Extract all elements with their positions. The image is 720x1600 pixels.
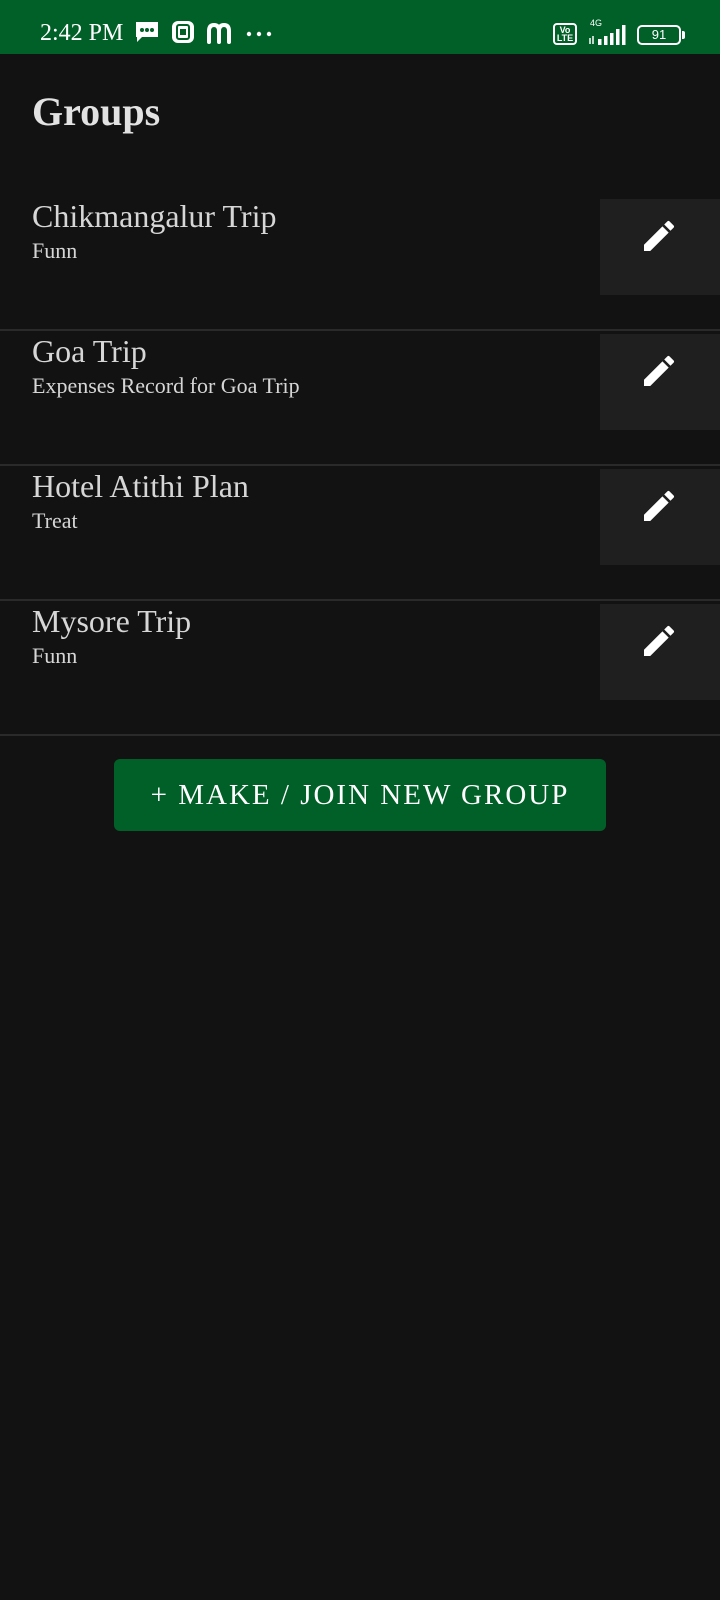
edit-group-button[interactable] <box>600 199 720 295</box>
pencil-icon <box>644 355 675 386</box>
pencil-icon <box>644 220 675 251</box>
message-icon <box>136 22 158 42</box>
status-time: 2:42 PM <box>40 20 124 46</box>
battery-tip <box>682 31 685 39</box>
group-name: Hotel Atithi Plan <box>32 468 249 504</box>
page-title: Groups <box>32 89 161 134</box>
pencil-icon <box>644 490 675 521</box>
edit-group-button[interactable] <box>600 334 720 430</box>
group-row[interactable]: Mysore Trip Funn <box>0 601 720 736</box>
group-description: Treat <box>32 508 78 533</box>
more-dots-icon <box>246 31 272 37</box>
app-icon <box>172 21 194 43</box>
group-row[interactable]: Chikmangalur Trip Funn <box>0 196 720 331</box>
group-name: Goa Trip <box>32 333 147 369</box>
group-description: Funn <box>32 643 78 668</box>
group-name: Chikmangalur Trip <box>32 198 277 234</box>
group-row[interactable]: Goa Trip Expenses Record for Goa Trip <box>0 331 720 466</box>
edit-group-button[interactable] <box>600 604 720 700</box>
group-name: Mysore Trip <box>32 603 192 639</box>
edit-group-button[interactable] <box>600 469 720 565</box>
group-row[interactable]: Hotel Atithi Plan Treat <box>0 466 720 601</box>
pencil-icon <box>644 625 675 656</box>
status-bar: 2:42 PM Vo LTE 4G 91 <box>0 0 720 54</box>
volte-icon: Vo LTE <box>553 23 577 45</box>
battery-icon: 91 <box>637 25 681 45</box>
group-description: Expenses Record for Goa Trip <box>32 373 300 398</box>
group-description: Funn <box>32 238 78 263</box>
signal-icon <box>589 25 626 45</box>
m-icon <box>207 22 231 44</box>
make-join-group-button[interactable]: + MAKE / JOIN NEW GROUP <box>114 759 606 831</box>
group-list: Chikmangalur Trip Funn Goa Trip Expenses… <box>0 196 720 736</box>
